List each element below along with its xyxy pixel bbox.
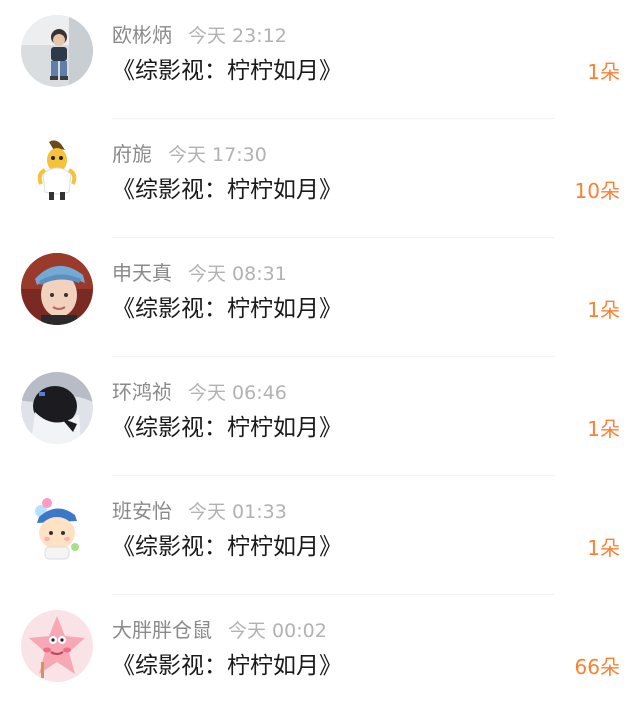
book-title[interactable]: 《综影视：柠柠如月》 xyxy=(112,649,342,683)
list-item[interactable]: 欧彬炳 今天 23:12 《综影视：柠柠如月》 1朵 xyxy=(0,0,640,119)
book-title[interactable]: 《综影视：柠柠如月》 xyxy=(112,411,342,445)
timestamp: 今天 00:02 xyxy=(228,620,327,642)
list-item[interactable]: 府旎 今天 17:30 《综影视：柠柠如月》 10朵 xyxy=(0,119,640,238)
item-meta: 府旎 今天 17:30 xyxy=(112,139,267,169)
toddler-photo-avatar[interactable] xyxy=(21,15,93,87)
user-name[interactable]: 申天真 xyxy=(112,261,172,285)
cartoon-child-avatar[interactable] xyxy=(21,491,93,563)
book-title[interactable]: 《综影视：柠柠如月》 xyxy=(112,530,342,564)
patrick-star-avatar[interactable] xyxy=(21,610,93,682)
flower-count: 1朵 xyxy=(587,298,620,322)
item-meta: 环鸿祯 今天 06:46 xyxy=(112,377,287,407)
flower-count: 1朵 xyxy=(587,60,620,84)
timestamp: 今天 06:46 xyxy=(188,382,287,404)
flower-count: 10朵 xyxy=(574,179,620,203)
flower-count: 66朵 xyxy=(574,655,620,679)
user-name[interactable]: 府旎 xyxy=(112,142,152,166)
dark-hair-photo-avatar[interactable] xyxy=(21,372,93,444)
item-meta: 欧彬炳 今天 23:12 xyxy=(112,20,287,50)
flower-count: 1朵 xyxy=(587,417,620,441)
book-title[interactable]: 《综影视：柠柠如月》 xyxy=(112,292,342,326)
list-item[interactable]: 大胖胖仓鼠 今天 00:02 《综影视：柠柠如月》 66朵 xyxy=(0,595,640,714)
item-meta: 大胖胖仓鼠 今天 00:02 xyxy=(112,615,327,645)
user-name[interactable]: 欧彬炳 xyxy=(112,23,172,47)
book-title[interactable]: 《综影视：柠柠如月》 xyxy=(112,173,342,207)
timestamp: 今天 08:31 xyxy=(188,263,287,285)
item-meta: 申天真 今天 08:31 xyxy=(112,258,287,288)
user-name[interactable]: 大胖胖仓鼠 xyxy=(112,618,212,642)
banana-character-avatar[interactable] xyxy=(21,134,93,206)
item-meta: 班安怡 今天 01:33 xyxy=(112,496,287,526)
user-name[interactable]: 班安怡 xyxy=(112,499,172,523)
book-title[interactable]: 《综影视：柠柠如月》 xyxy=(112,54,342,88)
list-item[interactable]: 申天真 今天 08:31 《综影视：柠柠如月》 1朵 xyxy=(0,238,640,357)
gift-record-list: 欧彬炳今天 23:12 《综影视：柠柠如月》 1朵 府旎今天 17:30 《 xyxy=(0,0,640,708)
timestamp: 今天 23:12 xyxy=(188,25,287,47)
timestamp: 今天 01:33 xyxy=(188,501,287,523)
user-name[interactable]: 环鸿祯 xyxy=(112,380,172,404)
list-item[interactable]: 环鸿祯 今天 06:46 《综影视：柠柠如月》 1朵 xyxy=(0,357,640,476)
timestamp: 今天 17:30 xyxy=(168,144,267,166)
boy-blue-cap-avatar[interactable] xyxy=(21,253,93,325)
list-item[interactable]: 班安怡 今天 01:33 《综影视：柠柠如月》 1朵 xyxy=(0,476,640,595)
flower-count: 1朵 xyxy=(587,536,620,560)
